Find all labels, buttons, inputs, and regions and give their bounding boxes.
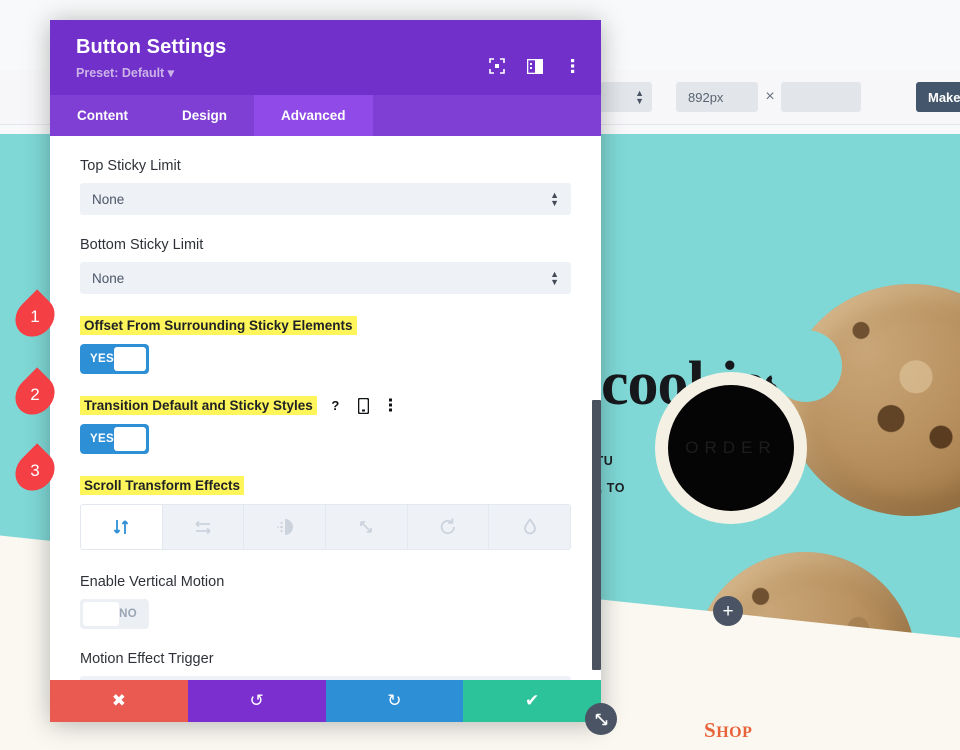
tab-design[interactable]: Design <box>155 95 254 136</box>
top-sticky-limit-value: None <box>92 191 125 207</box>
enable-vertical-motion-toggle-label: NO <box>119 608 137 620</box>
top-sticky-limit-label: Top Sticky Limit <box>80 158 181 174</box>
select-arrows-icon: ▲ ▼ <box>550 269 559 287</box>
transition-styles-label-row: Transition Default and Sticky Styles ? <box>80 396 571 415</box>
redo-button[interactable]: ↻ <box>325 680 464 722</box>
modal-body: Top Sticky Limit None ▲ ▼ Bottom Sticky L… <box>50 136 601 680</box>
preview-device-stepper[interactable]: ▲ ▼ <box>600 82 652 112</box>
enable-vertical-motion-label: Enable Vertical Motion <box>80 574 225 590</box>
enable-vertical-motion-toggle[interactable]: NO <box>80 599 149 629</box>
modal-header-icons <box>487 56 583 76</box>
scroll-effect-tabs <box>80 504 571 550</box>
responsive-mobile-icon[interactable] <box>354 396 373 415</box>
offset-sticky-toggle-label: YES <box>90 353 114 365</box>
field-options-icon[interactable] <box>382 396 401 415</box>
annotation-number: 2 <box>30 385 40 404</box>
select-arrows-icon: ▲ ▼ <box>550 190 559 208</box>
undo-button[interactable]: ↺ <box>187 680 326 722</box>
annotation-pin-1: 1 <box>7 289 66 345</box>
transition-styles-toggle[interactable]: YES <box>80 424 149 454</box>
annotation-pin-2: 2 <box>7 367 66 423</box>
bottom-sticky-limit-select[interactable]: None ▲ ▼ <box>80 262 571 294</box>
bottom-sticky-limit-label: Bottom Sticky Limit <box>80 237 204 253</box>
preview-height-input[interactable] <box>781 82 861 112</box>
make-button[interactable]: Make <box>916 82 960 112</box>
shop-label: SHOP <box>704 718 752 743</box>
blur-icon[interactable] <box>489 505 570 549</box>
annotation-number: 3 <box>30 461 40 480</box>
transition-styles-toggle-label: YES <box>90 433 114 445</box>
modal-footer: ✖ ↺ ↻ ✔ <box>50 680 601 722</box>
fade-in-out-icon[interactable] <box>244 505 327 549</box>
preview-width-input[interactable]: 892px <box>676 82 758 112</box>
tab-advanced[interactable]: Advanced <box>254 95 373 136</box>
offset-sticky-label: Offset From Surrounding Sticky Elements <box>80 316 357 335</box>
toggle-knob <box>83 602 120 626</box>
shop-label-rest: HOP <box>716 724 753 741</box>
scroll-transform-label: Scroll Transform Effects <box>80 476 245 495</box>
toggle-knob <box>113 347 146 371</box>
transition-styles-label: Transition Default and Sticky Styles <box>80 396 317 415</box>
help-icon[interactable]: ? <box>326 396 345 415</box>
add-module-button[interactable]: + <box>713 596 743 626</box>
fullscreen-focus-icon[interactable] <box>487 56 507 76</box>
top-sticky-limit-select[interactable]: None ▲ ▼ <box>80 183 571 215</box>
rotate-icon[interactable] <box>407 505 490 549</box>
order-button-label: ORDER <box>668 385 794 511</box>
horizontal-motion-icon[interactable] <box>162 505 245 549</box>
button-settings-modal: Button Settings Preset: Default ▾ Conten… <box>50 20 601 722</box>
cancel-button[interactable]: ✖ <box>50 680 188 722</box>
scale-up-down-icon[interactable] <box>326 505 408 549</box>
bottom-sticky-limit-value: None <box>92 270 125 286</box>
vertical-motion-icon[interactable] <box>81 505 163 549</box>
offset-sticky-label-row: Offset From Surrounding Sticky Elements <box>80 316 571 335</box>
more-options-icon[interactable] <box>563 56 583 76</box>
modal-header: Button Settings Preset: Default ▾ <box>50 20 601 95</box>
stepper-arrows-icon: ▲ ▼ <box>635 88 644 106</box>
modal-scrollbar-thumb[interactable] <box>592 400 601 670</box>
annotation-pin-3: 3 <box>7 443 66 499</box>
tab-content[interactable]: Content <box>50 95 155 136</box>
save-button[interactable]: ✔ <box>463 680 601 722</box>
order-button[interactable]: ORDER <box>655 372 807 524</box>
scroll-transform-label-row: Scroll Transform Effects <box>80 476 571 495</box>
motion-effect-trigger-label: Motion Effect Trigger <box>80 651 214 667</box>
modal-tab-bar: Content Design Advanced <box>50 95 601 136</box>
offset-sticky-toggle[interactable]: YES <box>80 344 149 374</box>
resize-handle[interactable] <box>585 703 617 735</box>
split-view-icon[interactable] <box>525 56 545 76</box>
shop-label-initial: S <box>704 718 717 742</box>
annotation-number: 1 <box>30 307 40 326</box>
modal-scrollbar[interactable] <box>592 136 601 680</box>
toggle-knob <box>113 427 146 451</box>
motion-effect-trigger-select[interactable]: Middle of Element ▲▼ <box>80 676 571 680</box>
dimension-separator: × <box>765 88 775 105</box>
